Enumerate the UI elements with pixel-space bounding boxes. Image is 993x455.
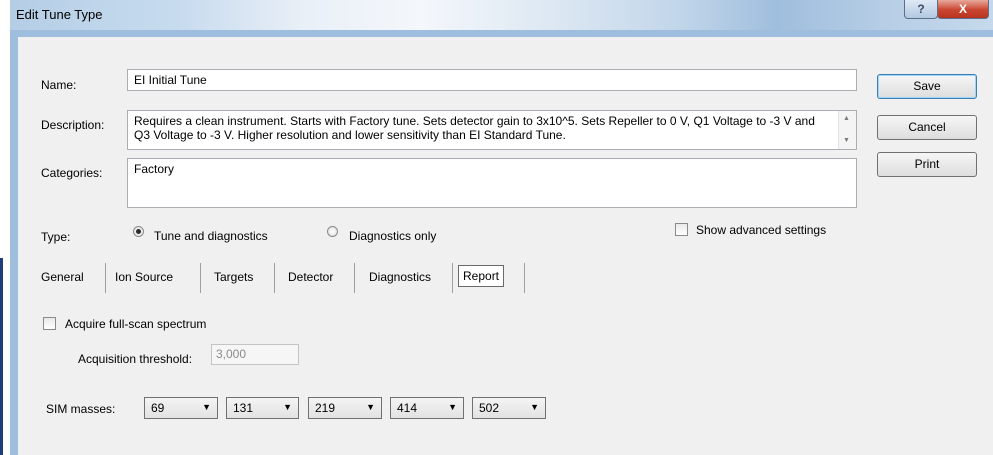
tab-report[interactable]: Report xyxy=(458,265,505,287)
dropdown-arrow-icon: ▼ xyxy=(283,402,292,412)
tab-divider xyxy=(200,263,201,293)
name-input[interactable]: EI Initial Tune xyxy=(127,69,857,91)
categories-label: Categories: xyxy=(41,166,103,180)
tab-diagnostics[interactable]: Diagnostics xyxy=(369,270,431,284)
tab-ion-source[interactable]: Ion Source xyxy=(115,270,173,284)
sim-mass-select-4[interactable]: 414 ▼ xyxy=(390,397,464,419)
sim-mass-select-2[interactable]: 131 ▼ xyxy=(226,397,299,419)
acquisition-threshold-input: 3,000 xyxy=(211,344,299,365)
dialog-client-area: Name: EI Initial Tune Description: Requi… xyxy=(18,37,993,455)
acquire-full-scan-checkbox[interactable] xyxy=(43,317,56,330)
sim-mass-value: 219 xyxy=(315,401,336,415)
tab-general[interactable]: General xyxy=(41,270,84,284)
sim-mass-select-5[interactable]: 502 ▼ xyxy=(472,397,546,419)
tab-targets[interactable]: Targets xyxy=(214,270,253,284)
sim-mass-select-3[interactable]: 219 ▼ xyxy=(308,397,382,419)
type-option-diagnostics-only[interactable]: Diagnostics only xyxy=(349,229,436,243)
save-button[interactable]: Save xyxy=(877,74,977,99)
sim-masses-label: SIM masses: xyxy=(46,402,116,416)
sim-mass-value: 69 xyxy=(151,401,165,415)
help-button[interactable]: ? xyxy=(904,0,938,19)
description-textarea[interactable]: Requires a clean instrument. Starts with… xyxy=(127,110,857,150)
radio-tune-and-diagnostics[interactable] xyxy=(133,226,144,237)
dropdown-arrow-icon: ▼ xyxy=(448,402,457,412)
scroll-down-icon[interactable]: ▼ xyxy=(843,137,850,144)
dropdown-arrow-icon: ▼ xyxy=(530,402,539,412)
window-title: Edit Tune Type xyxy=(16,7,103,22)
tab-divider xyxy=(354,263,355,293)
type-label: Type: xyxy=(41,230,71,244)
sim-mass-value: 502 xyxy=(479,401,500,415)
scroll-up-icon[interactable]: ▲ xyxy=(843,115,850,122)
sim-mass-select-1[interactable]: 69 ▼ xyxy=(144,397,218,419)
cancel-button[interactable]: Cancel xyxy=(877,115,977,140)
title-bar: Edit Tune Type ? X xyxy=(10,0,993,30)
radio-diagnostics-only[interactable] xyxy=(327,226,338,237)
description-scrollbar[interactable]: ▲ ▼ xyxy=(838,111,856,149)
tab-divider xyxy=(524,263,525,293)
acquisition-threshold-label: Acquisition threshold: xyxy=(78,352,193,366)
sim-mass-value: 414 xyxy=(397,401,418,415)
type-option-tune-and-diagnostics[interactable]: Tune and diagnostics xyxy=(154,229,268,243)
tab-divider xyxy=(452,263,453,293)
tab-detector[interactable]: Detector xyxy=(288,270,333,284)
close-button[interactable]: X xyxy=(937,0,989,19)
print-button[interactable]: Print xyxy=(877,152,977,177)
dropdown-arrow-icon: ▼ xyxy=(202,402,211,412)
dropdown-arrow-icon: ▼ xyxy=(366,402,375,412)
acquire-full-scan-label[interactable]: Acquire full-scan spectrum xyxy=(65,317,206,331)
window-edge-accent xyxy=(0,258,3,455)
show-advanced-checkbox[interactable] xyxy=(675,223,688,236)
categories-input[interactable]: Factory xyxy=(127,158,857,208)
tab-divider xyxy=(105,263,106,293)
sim-mass-value: 131 xyxy=(233,401,254,415)
name-label: Name: xyxy=(41,78,77,92)
show-advanced-label[interactable]: Show advanced settings xyxy=(696,223,826,237)
description-text: Requires a clean instrument. Starts with… xyxy=(134,114,815,142)
tab-divider xyxy=(274,263,275,293)
description-label: Description: xyxy=(41,118,105,132)
